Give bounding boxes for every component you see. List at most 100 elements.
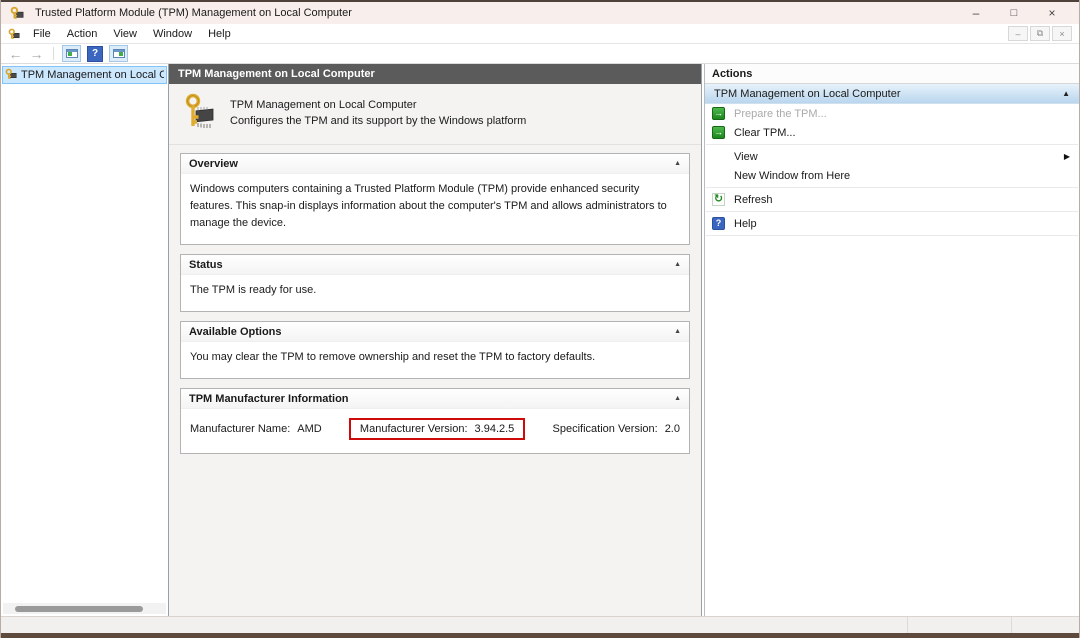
action-refresh[interactable]: ↻ Refresh — [705, 190, 1079, 209]
action-pane-icon — [113, 49, 125, 58]
toolbar-divider — [53, 47, 54, 60]
green-arrow-icon: → — [712, 126, 725, 139]
collapse-icon[interactable]: ▲ — [674, 395, 681, 402]
section-overview-header[interactable]: Overview ▲ — [181, 154, 689, 174]
intro-title: TPM Management on Local Computer — [230, 98, 526, 113]
actions-pane-title: Actions — [705, 64, 1079, 84]
field-value: AMD — [297, 423, 321, 435]
menu-help[interactable]: Help — [200, 26, 239, 42]
action-clear-tpm[interactable]: → Clear TPM... — [705, 123, 1079, 142]
action-prepare-tpm: → Prepare the TPM... — [705, 104, 1079, 123]
child-minimize-icon[interactable]: – — [1008, 26, 1028, 41]
section-overview: Overview ▲ Windows computers containing … — [180, 153, 690, 245]
window-bottom-edge — [1, 633, 1079, 638]
action-label: Clear TPM... — [734, 127, 796, 139]
actions-divider — [706, 235, 1078, 236]
status-segment — [1, 617, 907, 633]
actions-group-header[interactable]: TPM Management on Local Computer ▲ — [705, 84, 1079, 104]
child-restore-icon[interactable]: ⧉ — [1030, 26, 1050, 41]
child-close-icon[interactable]: × — [1052, 26, 1072, 41]
results-pane-body: TPM Management on Local Computer Configu… — [169, 84, 701, 616]
action-label: New Window from Here — [734, 170, 850, 182]
toolbar-help-icon[interactable]: ? — [87, 46, 103, 62]
results-pane: TPM Management on Local Computer — [169, 64, 702, 616]
tpm-key-icon — [9, 6, 25, 20]
snapin-intro: TPM Management on Local Computer Configu… — [169, 84, 701, 145]
tree-item-label: TPM Management on Local Compu — [21, 69, 164, 81]
help-icon: ? — [712, 217, 725, 230]
section-title: Overview — [189, 158, 238, 170]
menu-action[interactable]: Action — [59, 26, 106, 42]
console-tree-icon — [66, 49, 78, 58]
actions-divider — [706, 211, 1078, 212]
collapse-icon[interactable]: ▲ — [674, 261, 681, 268]
collapse-icon[interactable]: ▲ — [674, 328, 681, 335]
field-value: 2.0 — [665, 423, 680, 435]
tree-horizontal-scrollbar[interactable] — [3, 603, 166, 614]
actions-group-label: TPM Management on Local Computer — [714, 88, 900, 100]
field-value: 3.94.2.5 — [475, 423, 515, 435]
console-tree-pane: TPM Management on Local Compu — [1, 64, 169, 616]
field-manufacturer-version-highlighted: Manufacturer Version: 3.94.2.5 — [349, 418, 525, 440]
results-pane-header: TPM Management on Local Computer — [169, 64, 701, 84]
show-console-tree-button[interactable] — [62, 45, 81, 62]
close-button-icon[interactable]: × — [1033, 2, 1071, 24]
section-title: Available Options — [189, 326, 282, 338]
status-bar — [1, 616, 1079, 633]
action-new-window[interactable]: New Window from Here — [705, 166, 1079, 185]
section-manufacturer-info-header[interactable]: TPM Manufacturer Information ▲ — [181, 389, 689, 409]
tpm-chip-key-icon — [185, 93, 215, 134]
section-status-header[interactable]: Status ▲ — [181, 255, 689, 275]
actions-divider — [706, 187, 1078, 188]
action-label: Prepare the TPM... — [734, 108, 827, 120]
menu-view[interactable]: View — [105, 26, 145, 42]
title-bar: Trusted Platform Module (TPM) Management… — [1, 2, 1079, 24]
child-window-controls: – ⧉ × — [1008, 26, 1074, 41]
field-label: Specification Version: — [553, 423, 658, 435]
forward-icon[interactable]: → — [27, 46, 46, 62]
section-title: Status — [189, 259, 223, 271]
window-controls: – □ × — [957, 2, 1071, 24]
green-arrow-icon: → — [712, 107, 725, 120]
mmc-window: Trusted Platform Module (TPM) Management… — [0, 0, 1080, 638]
tree-item-tpm-management[interactable]: TPM Management on Local Compu — [2, 66, 167, 84]
field-label: Manufacturer Name: — [190, 423, 290, 435]
menu-file[interactable]: File — [25, 26, 59, 42]
action-help[interactable]: ? Help — [705, 214, 1079, 233]
manufacturer-fields-row: Manufacturer Name: AMD Manufacturer Vers… — [181, 409, 689, 453]
section-available-options-body: You may clear the TPM to remove ownershi… — [181, 342, 689, 378]
console-key-icon — [6, 28, 22, 40]
status-segment — [1011, 617, 1079, 633]
status-segment — [907, 617, 1011, 633]
toolbar: ← → ? — [1, 44, 1079, 64]
sections-container: Overview ▲ Windows computers containing … — [169, 145, 701, 471]
show-action-pane-button[interactable] — [109, 45, 128, 62]
main-area: TPM Management on Local Compu TPM Manage… — [1, 64, 1079, 616]
intro-text: TPM Management on Local Computer Configu… — [230, 98, 526, 129]
action-label: View — [734, 151, 758, 163]
field-specification-version: Specification Version: 2.0 — [553, 423, 680, 435]
back-icon[interactable]: ← — [6, 46, 25, 62]
section-status-body: The TPM is ready for use. — [181, 275, 689, 311]
tree-key-icon — [5, 68, 17, 83]
section-manufacturer-info: TPM Manufacturer Information ▲ Manufactu… — [180, 388, 690, 454]
collapse-icon[interactable]: ▲ — [1062, 89, 1070, 98]
section-available-options: Available Options ▲ You may clear the TP… — [180, 321, 690, 379]
action-view[interactable]: View ▶ — [705, 147, 1079, 166]
menu-bar: File Action View Window Help – ⧉ × — [1, 24, 1079, 44]
collapse-icon[interactable]: ▲ — [674, 160, 681, 167]
actions-pane: Actions TPM Management on Local Computer… — [704, 64, 1079, 616]
section-status: Status ▲ The TPM is ready for use. — [180, 254, 690, 312]
scrollbar-thumb[interactable] — [15, 606, 143, 612]
action-label: Refresh — [734, 194, 773, 206]
field-manufacturer-name: Manufacturer Name: AMD — [190, 423, 322, 435]
menu-window[interactable]: Window — [145, 26, 200, 42]
section-available-options-header[interactable]: Available Options ▲ — [181, 322, 689, 342]
submenu-arrow-icon: ▶ — [1064, 152, 1070, 161]
window-title: Trusted Platform Module (TPM) Management… — [35, 7, 352, 19]
refresh-icon: ↻ — [712, 193, 725, 206]
section-overview-body: Windows computers containing a Trusted P… — [181, 174, 689, 244]
section-title: TPM Manufacturer Information — [189, 393, 349, 405]
maximize-button-icon[interactable]: □ — [995, 2, 1033, 24]
minimize-button-icon[interactable]: – — [957, 2, 995, 24]
